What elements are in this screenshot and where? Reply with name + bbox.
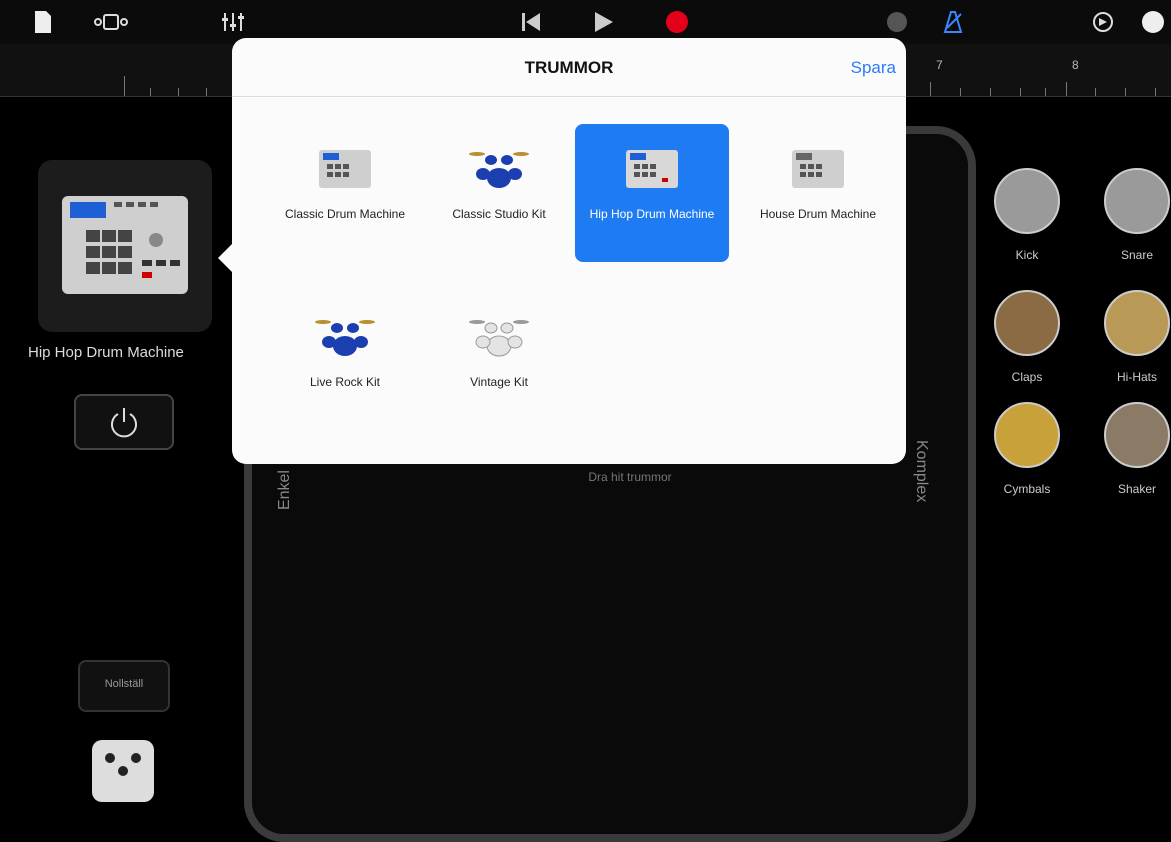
kit-option-house-drum-machine[interactable]: House Drum Machine [736, 124, 900, 262]
power-icon [111, 408, 137, 438]
instrument-label: Shaker [1117, 482, 1157, 496]
cymbals-icon [994, 402, 1060, 468]
save-button[interactable]: Spara [851, 58, 896, 78]
metronome-icon[interactable] [940, 10, 966, 34]
instrument-claps[interactable]: Claps [990, 290, 1064, 384]
snare-drum-icon [1104, 168, 1170, 234]
current-kit-tile[interactable] [38, 160, 212, 332]
kit-option-hip-hop-drum-machine[interactable]: Hip Hop Drum Machine [575, 124, 729, 262]
record-icon[interactable] [664, 10, 690, 34]
popover-title: TRUMMOR [524, 58, 614, 77]
document-icon[interactable] [30, 10, 56, 34]
kit-option-label: House Drum Machine [759, 207, 877, 221]
instrument-shaker[interactable]: Shaker [1100, 402, 1171, 496]
instrument-kick[interactable]: Kick [990, 168, 1064, 262]
instrument-label: Kick [1015, 248, 1039, 262]
help-icon[interactable] [1140, 10, 1166, 34]
drum-machine-icon [319, 150, 371, 188]
instrument-cymbals[interactable]: Cymbals [990, 402, 1064, 496]
drag-hint: Dra hit trummor [588, 470, 672, 484]
vintage-drum-kit-icon [469, 320, 529, 357]
instrument-label: Snare [1120, 248, 1154, 262]
bar-number: 8 [1072, 58, 1079, 72]
kit-option-classic-drum-machine[interactable]: Classic Drum Machine [268, 124, 422, 262]
drum-machine-icon [792, 150, 844, 188]
pad-complex-label: Komplex [913, 440, 930, 503]
rewind-icon[interactable] [518, 10, 544, 34]
instrument-label: Hi-Hats [1116, 370, 1157, 384]
master-volume-icon[interactable] [884, 10, 910, 34]
hi-hat-icon [1104, 290, 1170, 356]
popover-header: TRUMMOR Spara [232, 38, 906, 97]
drum-kit-icon [469, 152, 529, 188]
pad-simple-label: Enkel [276, 470, 293, 511]
kit-option-label: Hip Hop Drum Machine [589, 207, 715, 221]
reset-button[interactable]: Nollställ [78, 660, 170, 712]
drum-kit-popover: TRUMMOR Spara Classic Drum Machine Class… [218, 38, 906, 464]
instrument-label: Claps [1011, 370, 1043, 384]
claps-icon [994, 290, 1060, 356]
mixer-icon[interactable] [220, 10, 246, 34]
kit-option-label: Classic Studio Kit [452, 207, 546, 221]
kit-option-label: Live Rock Kit [309, 375, 381, 389]
drum-kit-icon [315, 320, 375, 356]
kit-option-vintage-kit[interactable]: Vintage Kit [422, 292, 576, 430]
current-kit-name: Hip Hop Drum Machine [28, 344, 184, 361]
bar-number: 7 [936, 58, 943, 72]
instrument-hi-hats[interactable]: Hi-Hats [1100, 290, 1171, 384]
drum-machine-icon [626, 150, 678, 188]
shaker-icon [1104, 402, 1170, 468]
instrument-label: Cymbals [1003, 482, 1051, 496]
track-view-icon[interactable] [92, 10, 132, 34]
kick-drum-icon [994, 168, 1060, 234]
settings-icon[interactable] [1090, 10, 1116, 34]
kit-option-live-rock-kit[interactable]: Live Rock Kit [268, 292, 422, 430]
play-icon[interactable] [590, 10, 616, 34]
instrument-snare[interactable]: Snare [1100, 168, 1171, 262]
kit-option-label: Classic Drum Machine [284, 207, 406, 221]
kit-option-label: Vintage Kit [470, 375, 528, 389]
dice-icon[interactable] [92, 740, 154, 802]
kit-option-classic-studio-kit[interactable]: Classic Studio Kit [422, 124, 576, 262]
power-button[interactable] [74, 394, 174, 450]
drum-machine-icon [62, 196, 188, 294]
